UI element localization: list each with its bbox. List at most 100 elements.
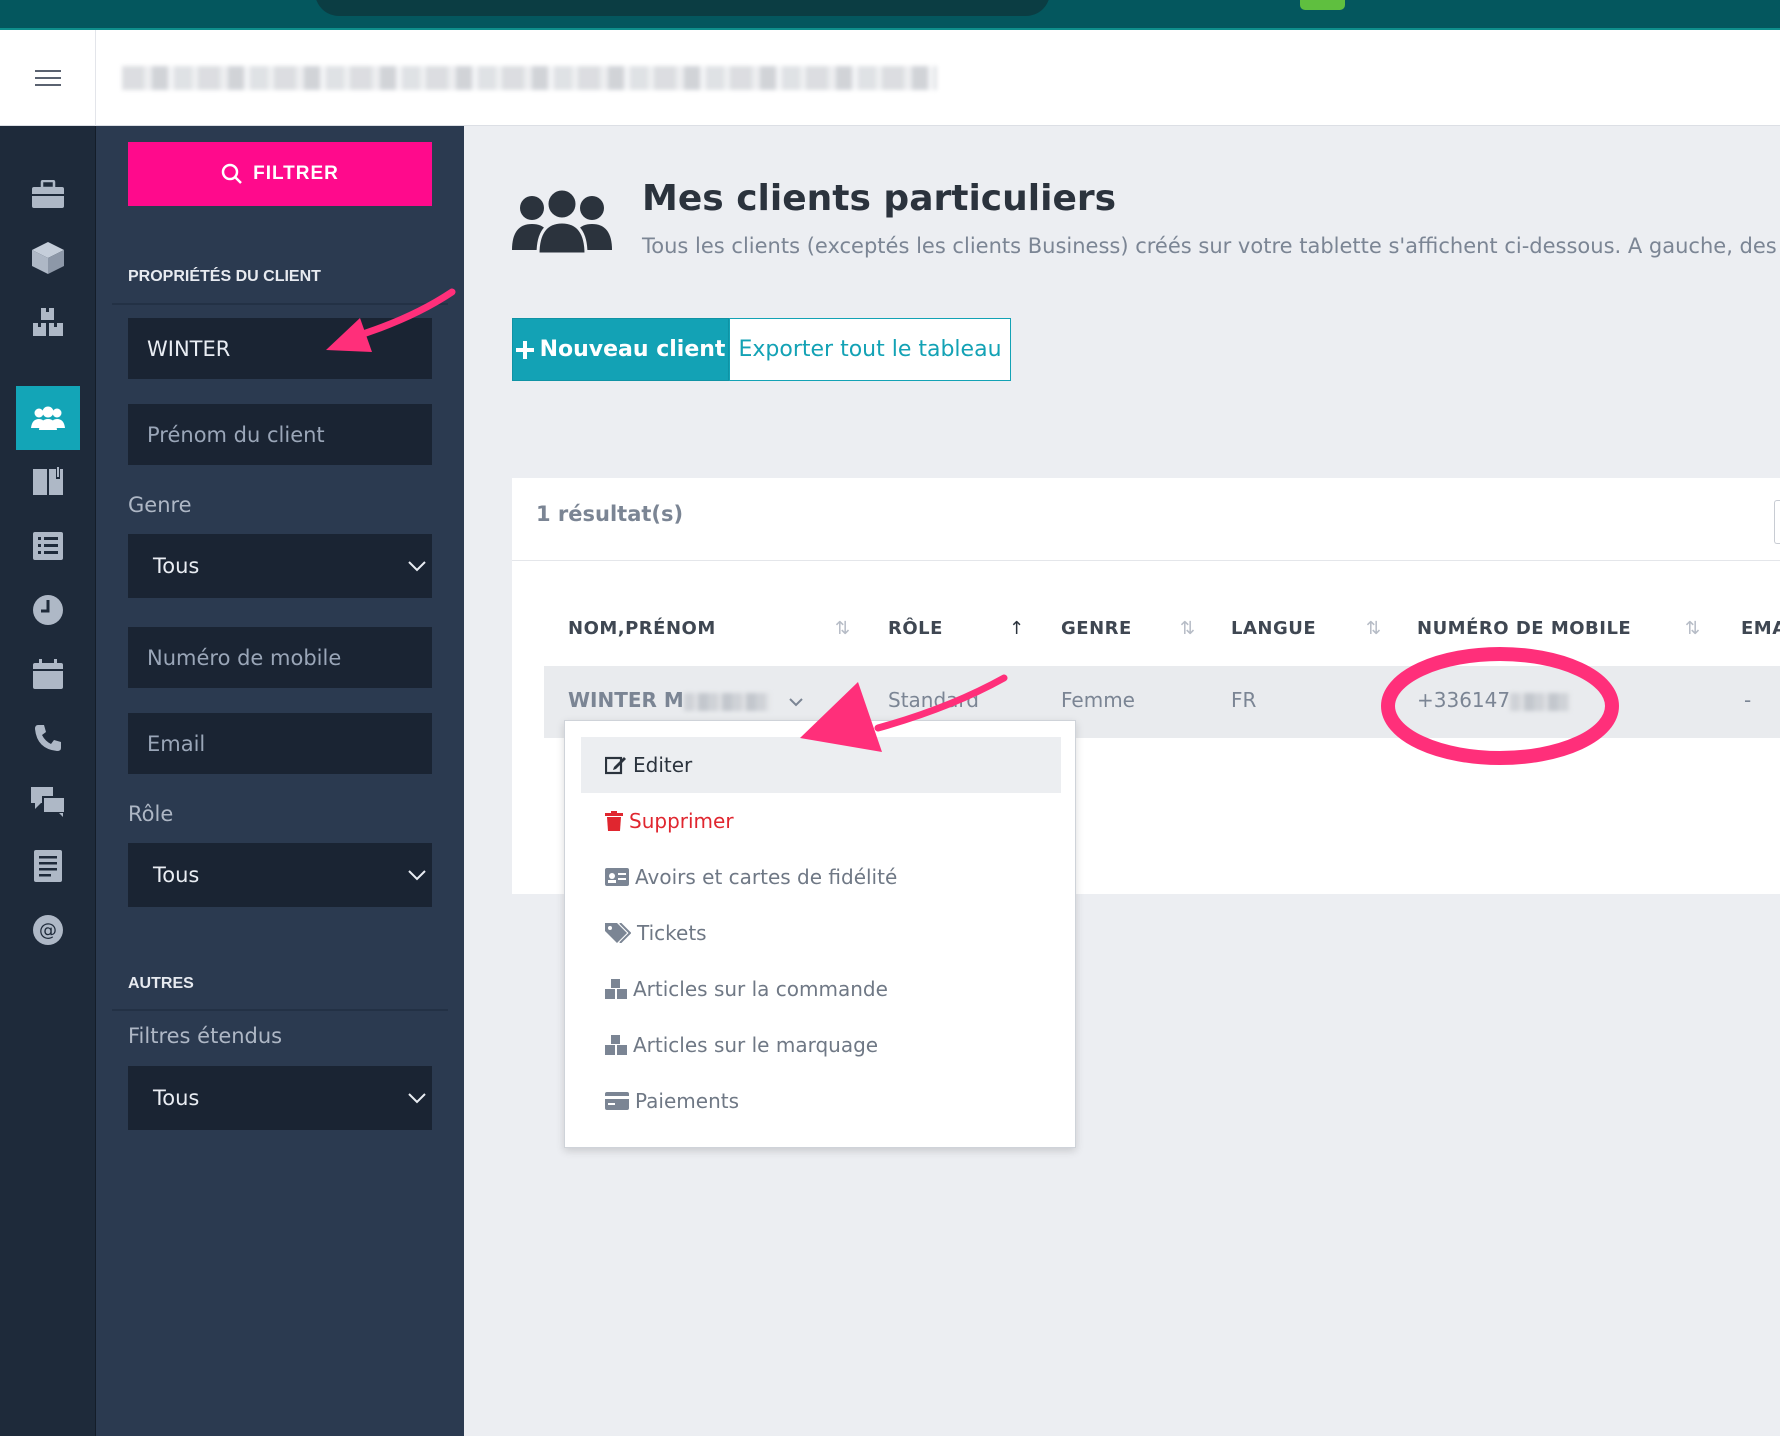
filter-button-label: FILTRER [253,163,339,184]
section-divider [112,1009,448,1011]
extended-filters-select[interactable]: Tous [128,1066,432,1130]
genre-select[interactable]: Tous [128,534,432,598]
genre-label: Genre [128,493,192,517]
address-bar[interactable] [315,0,1050,16]
card-divider [512,560,1780,561]
menu-item-credits[interactable]: Avoirs et cartes de fidélité [581,849,1061,905]
menu-item-delete[interactable]: Supprimer [581,793,1061,849]
column-header-email[interactable]: EMA [1741,618,1780,639]
plus-icon [515,340,534,359]
email-field[interactable]: Email [128,713,432,774]
sort-icon[interactable]: ⇅ [1685,618,1700,639]
extended-filters-label: Filtres étendus [128,1024,283,1048]
at-icon: @ [33,915,63,945]
phone-icon [35,725,61,751]
sidebar-item-messages[interactable] [16,770,80,834]
sort-icon[interactable]: ⇅ [1366,618,1381,639]
page-subtitle: Tous les clients (exceptés les clients B… [642,234,1780,258]
sort-icon[interactable]: ↑ [1009,618,1024,639]
menu-item-order-articles[interactable]: Articles sur la commande [581,961,1061,1017]
role-select[interactable]: Tous [128,843,432,907]
cell-name[interactable]: WINTER M [568,688,803,712]
name-field[interactable]: WINTER [128,318,432,379]
export-all-button[interactable]: Exporter tout le tableau [729,318,1011,381]
sidebar-item-orders[interactable] [16,514,80,578]
chevron-down-icon [408,561,426,572]
sidebar-item-calls[interactable] [16,706,80,770]
trash-icon [605,811,623,831]
menu-icon [34,70,61,86]
sidebar-item-history[interactable] [16,578,80,642]
cell-mobile: +336147 [1417,688,1571,712]
new-client-label: Nouveau client [539,337,726,362]
svg-text:@: @ [39,920,57,941]
users-icon [31,406,65,430]
clock-icon [33,595,63,625]
menu-item-payments[interactable]: Paiements [581,1073,1061,1129]
column-header-name[interactable]: NOM,PRÉNOM [568,618,716,639]
column-toggle-button[interactable] [1774,500,1780,544]
filter-button[interactable]: FILTRER [128,142,432,206]
cubes-icon [605,1035,627,1055]
main-content: Mes clients particuliers Tous les client… [464,126,1780,1436]
search-icon [221,163,242,184]
app-header [0,30,1780,126]
menu-item-label: Avoirs et cartes de fidélité [635,865,898,889]
cell-language: FR [1231,688,1257,712]
column-header-genre[interactable]: GENRE [1061,618,1132,639]
breadcrumb-redacted [122,66,937,90]
cubes-icon [605,979,627,999]
new-badge [1300,0,1345,10]
id-card-icon [605,868,629,886]
book-icon [33,467,63,495]
top-strip [0,0,1780,30]
redacted-text [1510,692,1571,711]
sidebar-item-catalog[interactable] [16,450,80,514]
sort-icon[interactable]: ⇅ [1180,618,1195,639]
chevron-down-icon[interactable] [789,697,803,707]
menu-button[interactable] [0,30,96,126]
edit-icon [605,756,626,775]
filter-panel: FILTRER PROPRIÉTÉS DU CLIENT WINTER Prén… [96,126,464,1436]
tags-icon [605,923,631,943]
users-icon [512,188,612,254]
result-count: 1 résultat(s) [536,502,684,526]
section-other: AUTRES [128,975,194,992]
menu-item-label: Tickets [637,921,707,945]
mobile-number: +336147 [1417,688,1511,712]
redacted-text [683,692,770,711]
menu-item-label: Paiements [635,1089,740,1113]
column-header-mobile[interactable]: NUMÉRO DE MOBILE [1417,618,1631,639]
sidebar-item-clients[interactable] [16,386,80,450]
extended-select-value: Tous [153,1086,200,1110]
sidebar-item-emailing[interactable]: @ [16,898,80,962]
menu-item-label: Articles sur le marquage [633,1033,879,1057]
row-actions-menu: Editer Supprimer Avoirs et cartes de fid… [564,720,1076,1148]
cell-genre: Femme [1061,688,1135,712]
sidebar-item-documents[interactable] [16,834,80,898]
sidebar-item-calendar[interactable] [16,642,80,706]
mobile-field[interactable]: Numéro de mobile [128,627,432,688]
menu-item-label: Supprimer [629,809,734,833]
list-icon [33,532,63,560]
menu-item-marking-articles[interactable]: Articles sur le marquage [581,1017,1061,1073]
box-icon [32,242,64,274]
firstname-field[interactable]: Prénom du client [128,404,432,465]
chevron-down-icon [408,870,426,881]
new-client-button[interactable]: Nouveau client [512,318,729,381]
sidebar-item-stock[interactable] [16,290,80,354]
menu-item-label: Articles sur la commande [633,977,888,1001]
document-icon [34,850,62,882]
genre-select-value: Tous [153,554,200,578]
menu-item-edit[interactable]: Editer [581,737,1061,793]
sidebar-item-shop[interactable] [16,162,80,226]
role-select-value: Tous [153,863,200,887]
column-header-role[interactable]: RÔLE [888,618,943,639]
sort-icon[interactable]: ⇅ [835,618,850,639]
client-name: WINTER M [568,688,684,712]
calendar-icon [33,659,63,689]
menu-item-tickets[interactable]: Tickets [581,905,1061,961]
sidebar-item-products[interactable] [16,226,80,290]
column-header-language[interactable]: LANGUE [1231,618,1316,639]
section-client-properties: PROPRIÉTÉS DU CLIENT [128,268,321,285]
